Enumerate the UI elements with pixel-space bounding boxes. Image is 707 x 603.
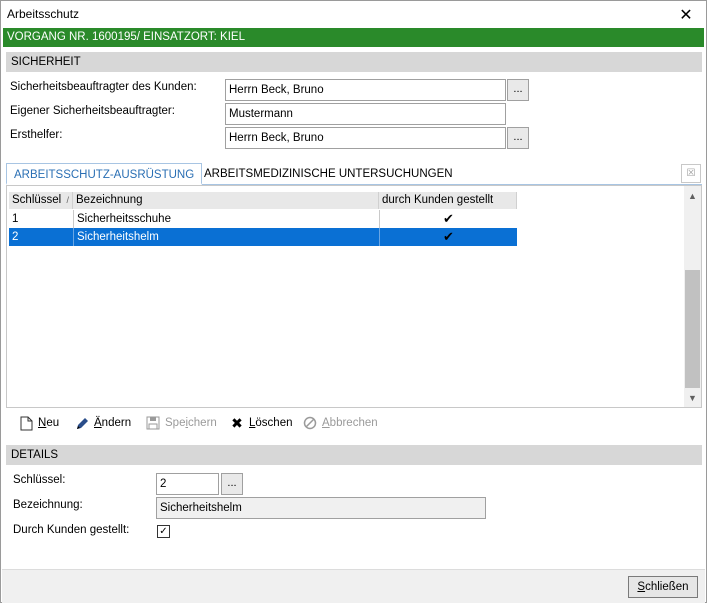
details-by-customer-label: Durch Kunden gestellt:: [13, 524, 130, 536]
dialog-window: Arbeitsschutz ✕ VORGANG NR. 1600195/ EIN…: [0, 0, 707, 603]
column-header-name[interactable]: Bezeichnung: [73, 192, 379, 209]
save-button[interactable]: Spe i chern: [145, 413, 217, 433]
title-bar: Arbeitsschutz ✕: [1, 1, 706, 28]
details-key-field[interactable]: 2: [156, 473, 219, 495]
own-safety-officer-label: Eigener Sicherheitsbeauftragter:: [10, 105, 175, 117]
scroll-up-icon[interactable]: ▲: [684, 189, 701, 204]
first-aider-lookup-button[interactable]: ...: [507, 127, 529, 149]
column-header-by-customer[interactable]: durch Kunden gestellt: [379, 192, 517, 209]
details-by-customer-checkbox[interactable]: ✓: [157, 525, 170, 538]
row-name: Sicherheitshelm: [73, 228, 379, 246]
customer-safety-officer-label: Sicherheitsbeauftragter des Kunden:: [10, 81, 197, 93]
row-key: 2: [12, 231, 19, 243]
window-title: Arbeitsschutz: [7, 7, 80, 21]
close-button[interactable]: Schließen: [628, 576, 698, 598]
column-header-key[interactable]: Schlüssel /: [9, 192, 73, 209]
grid-vertical-scrollbar[interactable]: ▲ ▼: [684, 186, 701, 407]
row-key: 1: [12, 213, 19, 225]
row-name: Sicherheitsschuhe: [73, 210, 379, 228]
delete-x-icon: ✖: [231, 415, 243, 431]
checkmark-icon: ✔: [443, 229, 454, 244]
first-aider-label: Ersthelfer:: [10, 129, 63, 141]
section-header-sicherheit: SICHERHEIT: [6, 52, 702, 72]
new-button[interactable]: Neu: [18, 413, 59, 433]
scroll-thumb[interactable]: [685, 270, 700, 388]
details-key-label: Schlüssel:: [13, 474, 66, 486]
equipment-grid[interactable]: Schlüssel / Bezeichnung durch Kunden ges…: [6, 185, 702, 408]
tab-arbeitsschutz-ausruestung[interactable]: ARBEITSSCHUTZ-AUSRÜSTUNG: [6, 163, 203, 185]
first-aider-field[interactable]: Herrn Beck, Bruno: [225, 127, 506, 149]
scroll-down-icon[interactable]: ▼: [684, 391, 701, 406]
close-tab-icon[interactable]: ☒: [681, 164, 701, 183]
customer-safety-officer-lookup-button[interactable]: ...: [507, 79, 529, 101]
table-row[interactable]: 1 Sicherheitsschuhe ✔: [9, 210, 517, 228]
order-banner: VORGANG NR. 1600195/ EINSATZORT: KIEL: [3, 28, 704, 47]
checkmark-icon: ✔: [443, 211, 454, 226]
customer-safety-officer-field[interactable]: Herrn Beck, Bruno: [225, 79, 506, 101]
edit-button[interactable]: Ändern: [74, 413, 131, 433]
delete-button[interactable]: ✖ Löschen: [229, 413, 292, 433]
section-header-details: DETAILS: [6, 445, 702, 465]
pencil-icon: [74, 415, 90, 431]
own-safety-officer-field[interactable]: Mustermann: [225, 103, 506, 125]
close-icon[interactable]: ✕: [666, 1, 706, 28]
table-row-selected[interactable]: 2 Sicherheitshelm ✔: [9, 228, 517, 246]
tab-arbeitsmedizinische-untersuchungen[interactable]: ARBEITSMEDIZINISCHE UNTERSUCHUNGEN: [197, 163, 460, 185]
row-by-customer: ✔: [379, 228, 517, 246]
sort-indicator-icon: /: [66, 195, 69, 205]
row-by-customer: ✔: [379, 210, 517, 228]
details-key-lookup-button[interactable]: ...: [221, 473, 243, 495]
cancel-button[interactable]: Abbrechen: [302, 413, 378, 433]
details-name-field[interactable]: Sicherheitshelm: [156, 497, 486, 519]
details-name-label: Bezeichnung:: [13, 499, 83, 511]
tab-bar: ARBEITSSCHUTZ-AUSRÜSTUNG ARBEITSMEDIZINI…: [6, 163, 702, 185]
new-document-icon: [18, 415, 34, 431]
dialog-footer: Schließen: [2, 569, 705, 603]
cancel-icon: [302, 415, 318, 431]
save-disk-icon: [145, 415, 161, 431]
